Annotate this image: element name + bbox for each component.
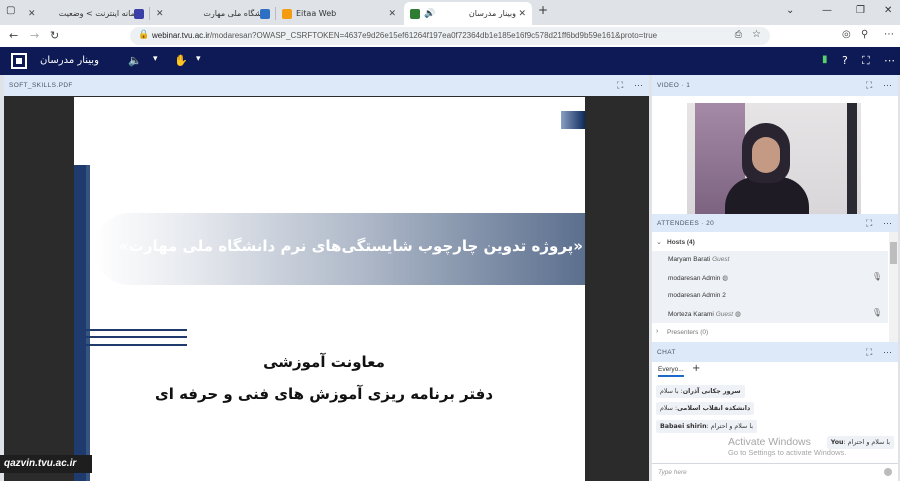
address-bar: ← → ↻ 🔒 webinar.tvu.ac.ir/modaresan?OWAS… [0,25,900,47]
url-host: webinar.tvu.ac.ir [152,31,210,40]
chat-pod: Everyo... + سرور جکانی آذران: با سلام دا… [652,362,898,481]
microphone-icon[interactable]: 🎙 [872,272,882,281]
more-options-icon[interactable]: ⋯ [884,54,895,67]
chevron-down-icon[interactable]: ⌄ [786,5,794,16]
tab-favicon-icon [134,8,144,19]
window-close-button[interactable]: ✕ [884,5,892,16]
extensions-icon[interactable]: ⚲ [861,29,868,40]
url-field[interactable]: 🔒 webinar.tvu.ac.ir/modaresan?OWASP_CSRF… [130,27,770,45]
activate-windows-watermark: Activate Windows Go to Settings to activ… [728,436,847,457]
chevron-right-icon[interactable]: › [656,328,658,335]
attendee-row[interactable]: modaresan Admin ◍ 🎙 [652,269,888,287]
video-feed[interactable] [687,103,861,214]
attendee-row[interactable]: Maryam Barati Guest [652,251,888,269]
maximize-icon[interactable]: ⛶ [866,218,873,229]
pod-menu-icon[interactable]: ⋯ [883,347,892,358]
slide-subtitle: معاونت آموزشی [263,353,385,371]
tab-label: دانشگاه ملی مهارت [203,9,270,18]
pod-menu-icon[interactable]: ⋯ [883,80,892,91]
bookmark-star-icon[interactable]: ☆ [752,29,761,40]
chat-title: CHAT [657,349,676,356]
slide-corner-accent [561,111,585,129]
attendee-row[interactable]: Morteza Karami Guest ◍ 🎙 [652,305,888,323]
chat-message: سرور جکانی آذران: با سلام [656,385,745,398]
attendees-pod: ⌄ Hosts (4) Maryam Barati Guest modaresa… [652,232,898,342]
pod-menu-icon[interactable]: ⋯ [883,218,892,229]
attendees-header: ATTENDEES · 20 ⛶ ⋯ [652,214,898,232]
back-button[interactable]: ← [9,29,18,42]
pod-menu-icon[interactable]: ⋯ [634,80,643,91]
maximize-icon[interactable]: ⛶ [617,80,624,91]
url-path: /modaresan?OWASP_CSRFTOKEN=4637e9d26e15e… [209,31,658,40]
maximize-icon[interactable]: ⛶ [866,80,873,91]
install-app-icon[interactable]: ⎙ [735,30,742,40]
microphone-icon[interactable]: 🎙 [872,308,882,317]
new-tab-button[interactable]: + [538,3,548,17]
app-logo-icon [11,53,27,69]
slide-title: «پروژه تدوین چارچوب شایستگی‌های نرم دانش… [119,237,583,255]
attendee-group-hosts[interactable]: ⌄ Hosts (4) [652,234,888,252]
add-chat-tab-button[interactable]: + [692,363,700,374]
speaker-icon[interactable]: 🔊 [424,9,435,19]
chat-message: Babaei shirin: با سلام و احترام [656,420,758,433]
chat-message: دانشکده انقلاب اسلامی: سلام [656,402,755,415]
chat-input[interactable]: Type here [652,463,898,481]
help-icon[interactable]: ? [842,54,848,67]
chevron-down-icon[interactable]: ▾ [153,54,158,64]
video-header: VIDEO · 1 ⛶ ⋯ [652,75,898,96]
tab-label: Eitaa Web [296,9,337,18]
raise-hand-icon[interactable]: ✋ [174,54,188,67]
close-icon[interactable]: ✕ [388,9,396,19]
video-title: VIDEO · 1 [657,82,691,89]
fullscreen-icon[interactable]: ⛶ [862,54,870,68]
app-title: وبینار مدرسان [40,55,99,66]
speaking-icon: ◍ [734,311,741,318]
chevron-down-icon[interactable]: ⌄ [656,238,662,246]
app-header: وبینار مدرسان 🔈 ▾ ✋ ▾ ▮ ? ⛶ ⋯ [0,47,900,75]
attendee-row[interactable]: modaresan Admin 2 [652,287,888,305]
tab-favicon-icon [282,8,292,19]
attendees-title: ATTENDEES · 20 [657,220,715,227]
close-icon[interactable]: ✕ [518,9,526,19]
forward-button[interactable]: → [30,29,39,42]
speaker-icon[interactable]: 🔈 [128,54,142,67]
browser-tab-webinar[interactable]: وبینار مدرسان 🔊 ✕ [404,2,532,25]
tab-label: سامانه اینترنت > وضعیت [58,9,144,18]
site-watermark: qazvin.tvu.ac.ir [0,455,92,473]
lock-icon[interactable]: 🔒 [138,30,149,40]
slide-subtitle: دفتر برنامه ریزی آموزش های فنی و حرفه ای [154,385,494,403]
slide-side-bar [74,165,86,481]
chat-header: CHAT ⛶ ⋯ [652,342,898,362]
emoji-icon[interactable] [884,468,892,476]
presentation-title: SOFT_SKILLS.PDF [9,82,73,89]
restore-button[interactable]: ❐ [856,5,865,16]
close-icon[interactable]: ✕ [28,9,36,19]
browser-tab-internet-status[interactable]: سامانه اینترنت > وضعیت ✕ [22,2,150,25]
video-pod [652,96,898,215]
tab-overview-icon[interactable]: ▢ [6,5,15,16]
browser-menu-icon[interactable]: ⋯ [884,29,894,40]
browser-tab-university[interactable]: دانشگاه ملی مهارت ✕ [149,2,276,25]
close-icon[interactable]: ✕ [156,9,164,19]
chat-tab-everyone[interactable]: Everyo... [658,366,684,377]
signal-icon[interactable]: ▮ [822,54,828,65]
tab-favicon-icon [260,8,270,19]
slide-banner: «پروژه تدوین چارچوب شایستگی‌های نرم دانش… [94,213,585,285]
slide: «پروژه تدوین چارچوب شایستگی‌های نرم دانش… [74,97,585,481]
attendee-group-presenters[interactable]: › Presenters (0) [652,324,888,342]
maximize-icon[interactable]: ⛶ [866,347,873,358]
profile-icon[interactable]: ◎ [842,29,851,40]
chevron-down-icon[interactable]: ▾ [196,54,201,64]
tab-favicon-icon [410,8,420,19]
attendees-scrollbar[interactable] [889,232,898,342]
browser-tab-eitaa[interactable]: Eitaa Web ✕ [275,2,402,25]
minimize-button[interactable]: — [822,5,832,16]
browser-tab-strip: ▢ سامانه اینترنت > وضعیت ✕ دانشگاه ملی م… [0,0,900,25]
reload-button[interactable]: ↻ [50,29,59,42]
speaking-icon: ◍ [722,275,729,282]
presentation-pod: «پروژه تدوین چارچوب شایستگی‌های نرم دانش… [4,96,649,481]
presentation-header: SOFT_SKILLS.PDF ⛶ ⋯ [4,75,649,96]
